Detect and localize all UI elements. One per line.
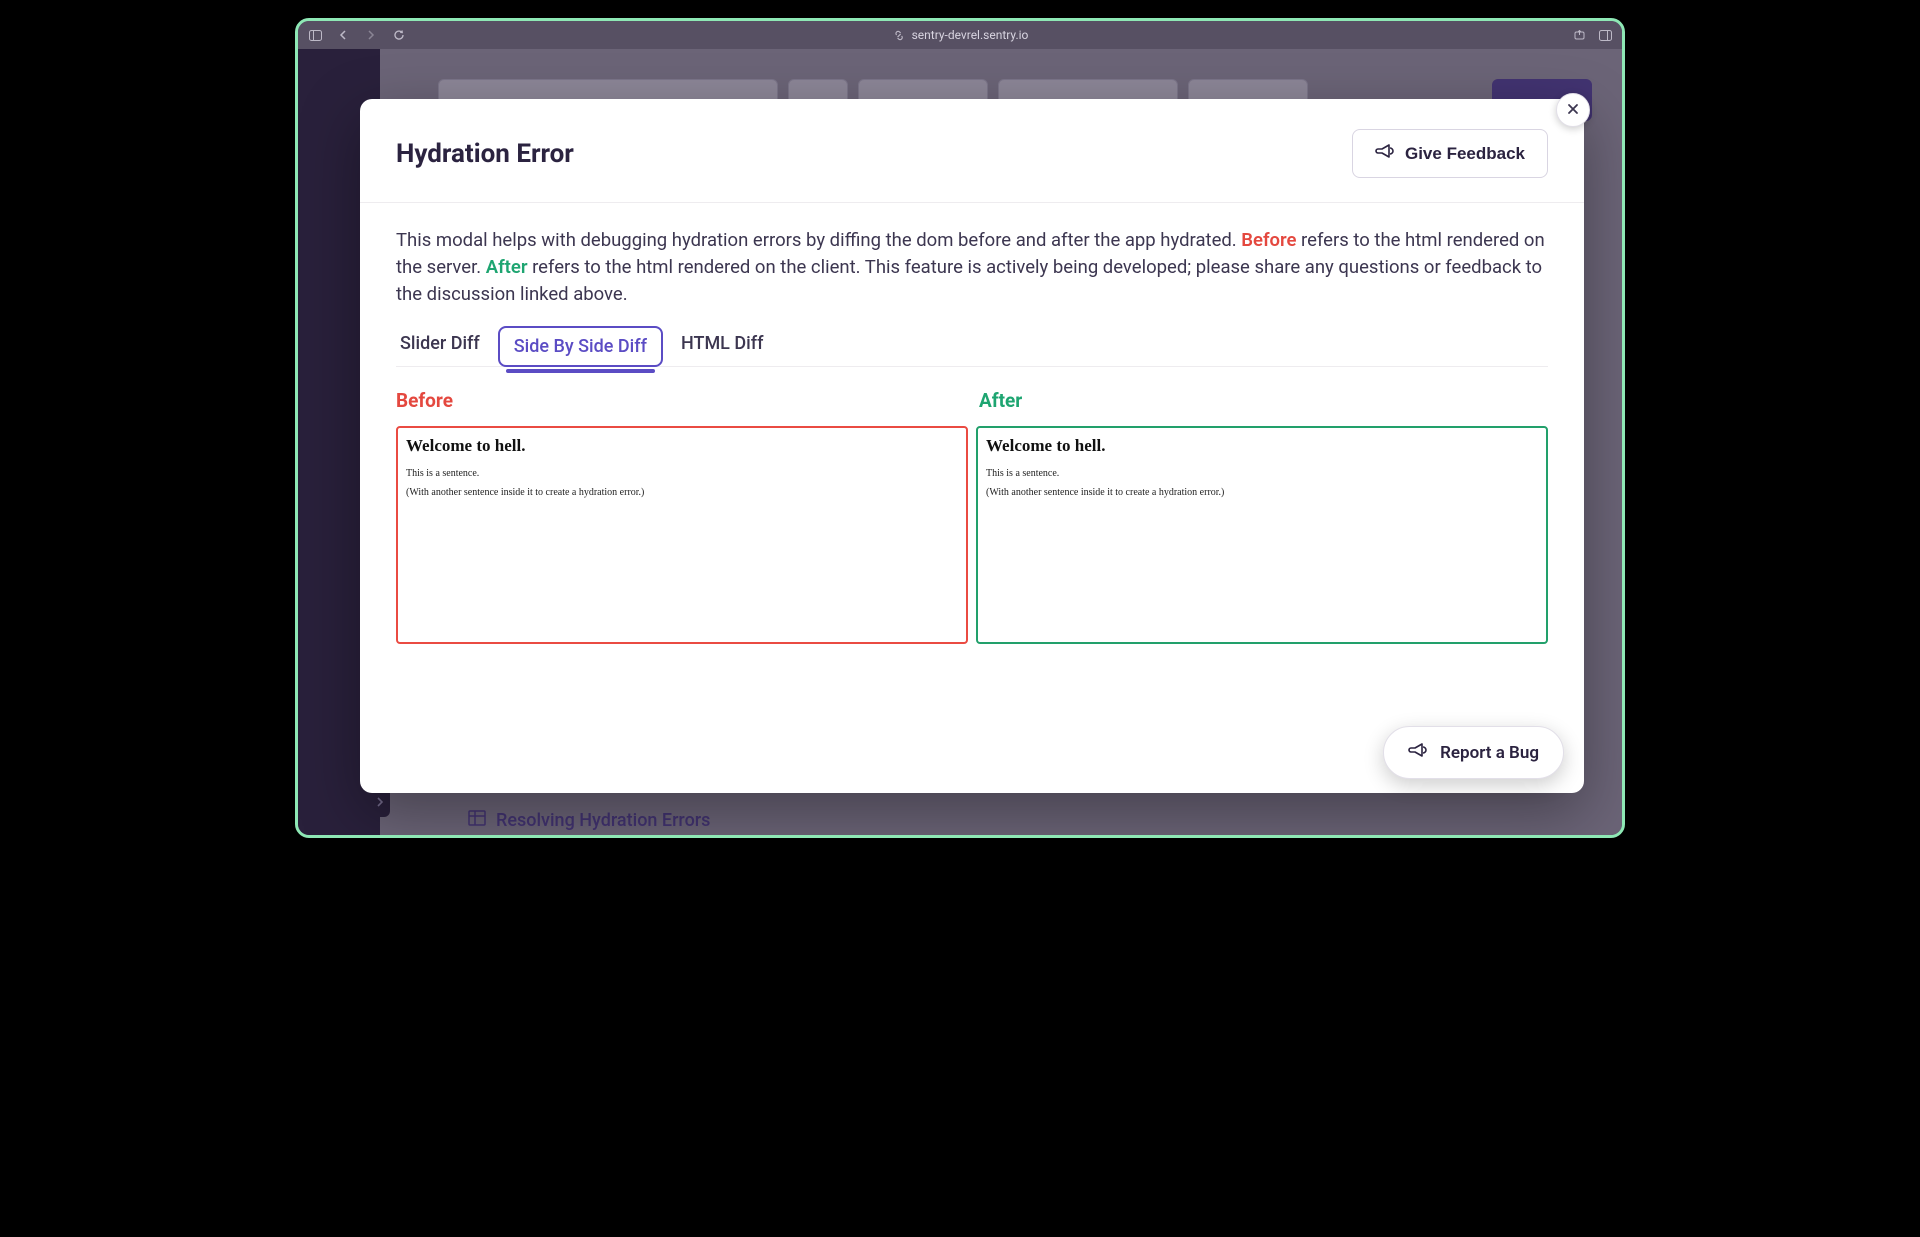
outer-frame: sentry-devrel.sentry.io	[277, 0, 1643, 856]
modal-body: This modal helps with debugging hydratio…	[360, 203, 1584, 793]
report-bug-label: Report a Bug	[1440, 743, 1539, 763]
give-feedback-button[interactable]: Give Feedback	[1352, 129, 1548, 178]
link-icon	[892, 28, 906, 42]
reload-icon[interactable]	[392, 28, 406, 42]
after-line2: (With another sentence inside it to crea…	[986, 487, 1538, 498]
tab-slider-diff[interactable]: Slider Diff	[396, 325, 484, 366]
tab-html-diff[interactable]: HTML Diff	[677, 325, 767, 366]
modal-description: This modal helps with debugging hydratio…	[396, 227, 1548, 307]
browser-window: sentry-devrel.sentry.io	[295, 18, 1625, 838]
url-display[interactable]: sentry-devrel.sentry.io	[892, 28, 1029, 42]
modal-title: Hydration Error	[396, 139, 574, 169]
diff-panes: Welcome to hell. This is a sentence. (Wi…	[396, 426, 1548, 644]
diff-labels: Before After	[396, 389, 1548, 412]
give-feedback-label: Give Feedback	[1405, 144, 1525, 164]
close-button[interactable]	[1556, 93, 1590, 127]
after-heading: Welcome to hell.	[986, 436, 1538, 456]
before-pane: Welcome to hell. This is a sentence. (Wi…	[396, 426, 968, 644]
modal-header: Hydration Error Give Feedback	[360, 99, 1584, 203]
forward-icon[interactable]	[364, 28, 378, 42]
before-label: Before	[396, 389, 965, 412]
before-line1: This is a sentence.	[406, 468, 958, 479]
browser-chrome: sentry-devrel.sentry.io	[298, 21, 1622, 49]
sidebar-toggle-icon[interactable]	[308, 28, 322, 42]
desc-after-word: After	[486, 256, 528, 278]
close-icon	[1566, 101, 1580, 120]
desc-before-word: Before	[1241, 229, 1296, 251]
share-icon[interactable]	[1572, 28, 1586, 42]
megaphone-icon	[1408, 741, 1428, 764]
tab-side-by-side-diff[interactable]: Side By Side Diff	[498, 326, 663, 367]
hydration-error-modal: Hydration Error Give Feedback This modal…	[360, 99, 1584, 793]
after-label: After	[979, 389, 1548, 412]
back-icon[interactable]	[336, 28, 350, 42]
after-line1: This is a sentence.	[986, 468, 1538, 479]
after-pane: Welcome to hell. This is a sentence. (Wi…	[976, 426, 1548, 644]
desc-part1: This modal helps with debugging hydratio…	[396, 229, 1241, 251]
panels-icon[interactable]	[1598, 28, 1612, 42]
desc-part3: refers to the html rendered on the clien…	[396, 256, 1542, 305]
megaphone-icon	[1375, 142, 1395, 165]
report-bug-button[interactable]: Report a Bug	[1383, 726, 1564, 779]
chrome-left-controls	[308, 28, 406, 42]
before-pane-content: Welcome to hell. This is a sentence. (Wi…	[406, 436, 958, 498]
before-heading: Welcome to hell.	[406, 436, 958, 456]
before-line2: (With another sentence inside it to crea…	[406, 487, 958, 498]
after-pane-content: Welcome to hell. This is a sentence. (Wi…	[986, 436, 1538, 498]
url-text: sentry-devrel.sentry.io	[912, 28, 1029, 42]
diff-tabs: Slider Diff Side By Side Diff HTML Diff	[396, 325, 1548, 367]
